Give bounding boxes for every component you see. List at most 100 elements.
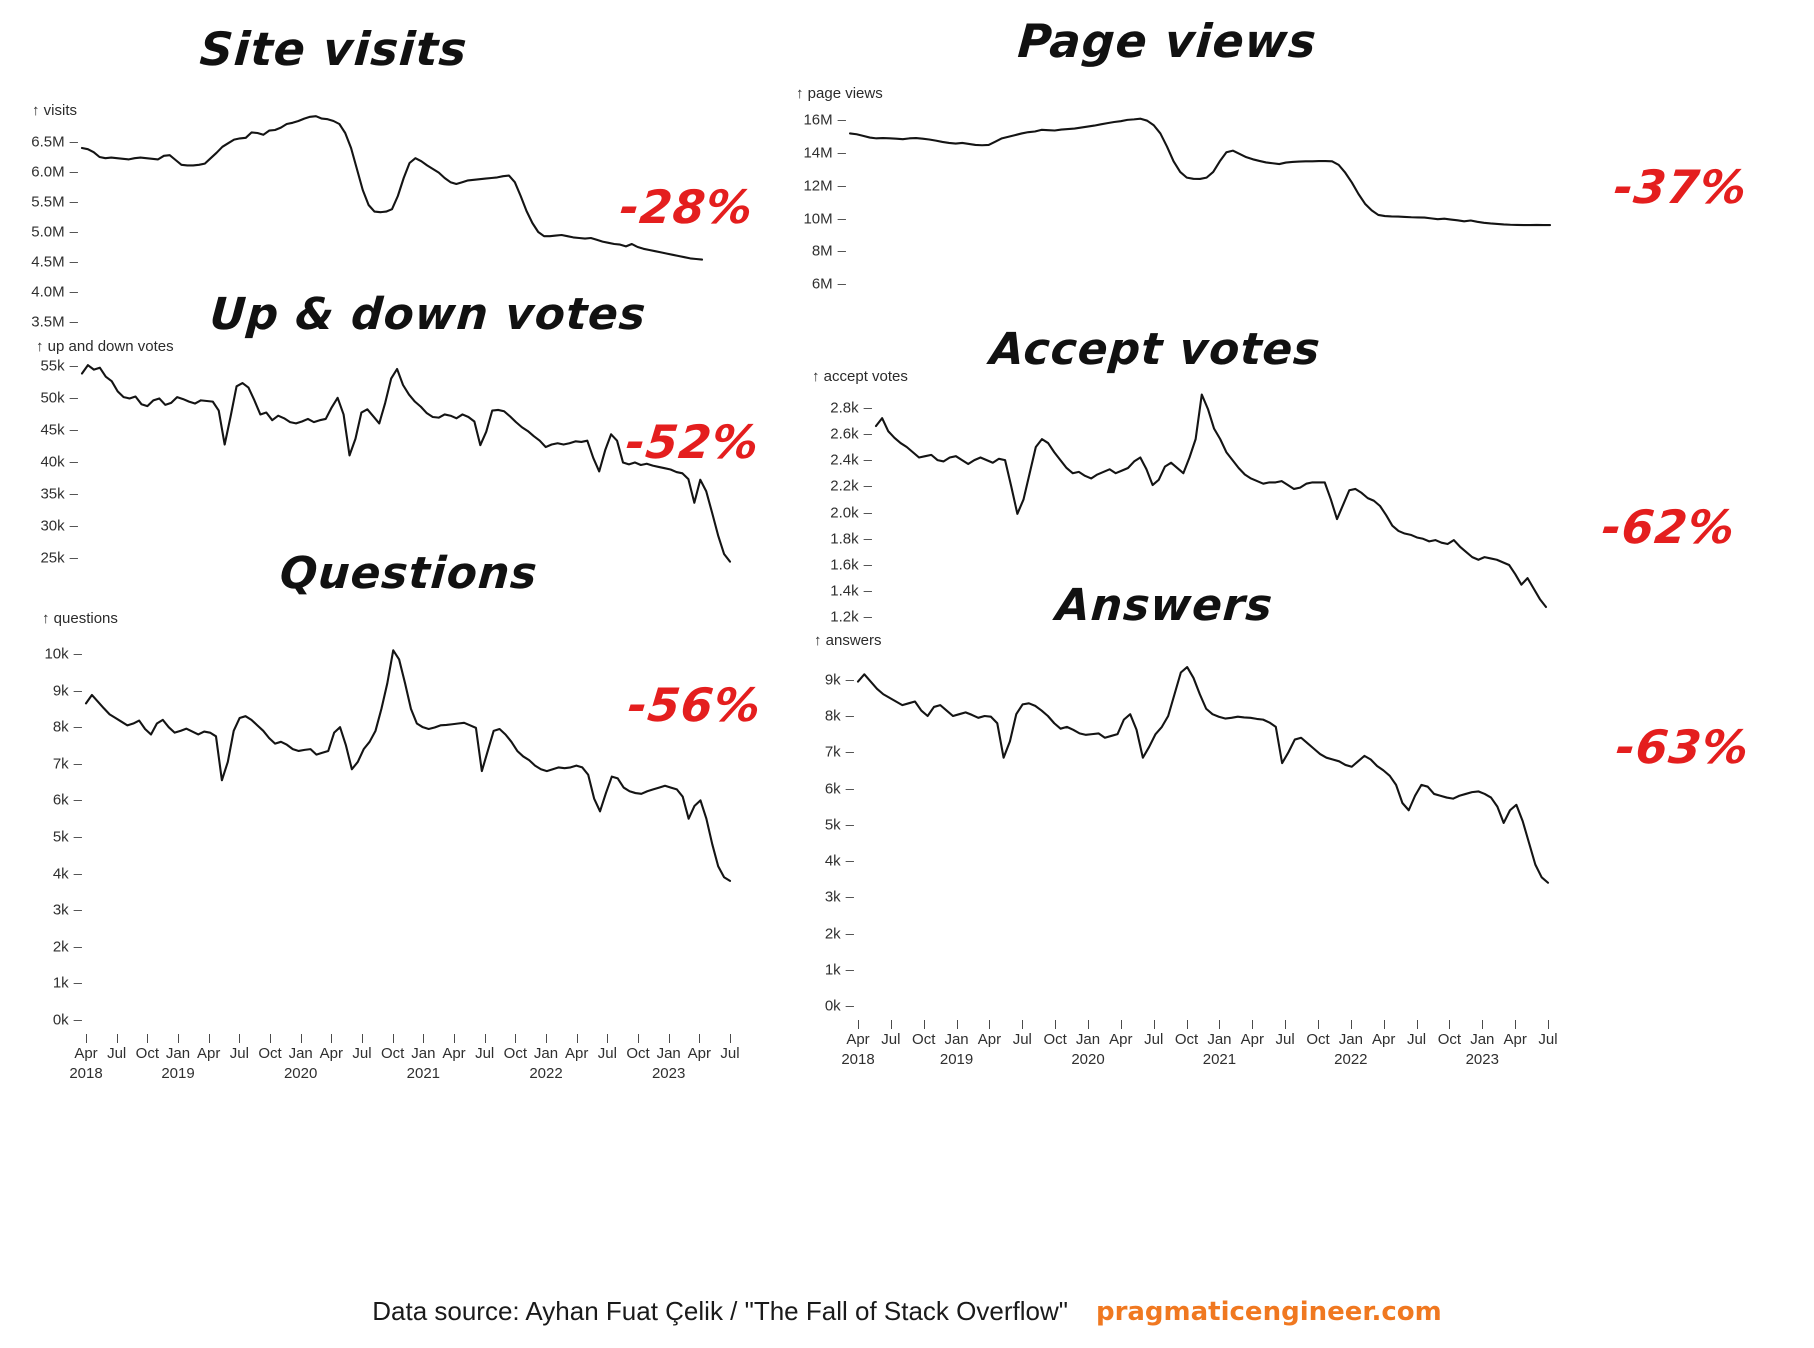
ytick-answers: 9k – bbox=[824, 671, 854, 689]
ytick-answers: 7k – bbox=[824, 743, 854, 761]
xtick-mark bbox=[576, 1034, 578, 1043]
ytick-up-and-down-votes: 35k – bbox=[40, 485, 78, 503]
xtick-month: Oct bbox=[380, 1045, 405, 1062]
xtick-year: 2023 bbox=[1465, 1051, 1499, 1068]
xtick-month: Jan bbox=[1338, 1031, 1363, 1048]
panel-page-views: Page views ↑ page views 16M – 14M – 12M – 10M –… bbox=[790, 0, 1814, 370]
xtick-mark bbox=[1022, 1020, 1024, 1029]
xtick-month: Jan bbox=[288, 1045, 313, 1062]
xtick-mark bbox=[208, 1034, 210, 1043]
ytick-questions: 4k – bbox=[52, 865, 82, 883]
xtick-year: 2022 bbox=[1334, 1051, 1368, 1068]
xtick-mark bbox=[1416, 1020, 1418, 1029]
xtick-year: 2019 bbox=[939, 1051, 974, 1068]
ytick-up-and-down-votes: 45k – bbox=[40, 421, 78, 439]
xtick-month: Oct bbox=[258, 1045, 282, 1062]
xtick-mark bbox=[1350, 1020, 1352, 1029]
xtick-month: Jul bbox=[107, 1045, 127, 1062]
xtick-month: Jul bbox=[881, 1031, 901, 1048]
xtick-mark bbox=[607, 1034, 609, 1043]
xtick-mark bbox=[730, 1034, 731, 1043]
xtick-mark bbox=[423, 1034, 425, 1043]
brand-link[interactable]: pragmaticengineer.com bbox=[1096, 1297, 1442, 1327]
xtick-month: Jul bbox=[1144, 1031, 1164, 1048]
xtick-mark bbox=[1515, 1020, 1517, 1029]
xtick-month: Jan bbox=[944, 1031, 969, 1048]
xtick-mark bbox=[923, 1020, 925, 1029]
xtick-month: Apr bbox=[1109, 1031, 1133, 1048]
ytick-site-visits: 5.0M – bbox=[31, 223, 78, 241]
annotation-page-views: -37% bbox=[1611, 160, 1751, 214]
axis-caption-accept-votes: ↑ accept votes bbox=[812, 368, 908, 385]
ytick-questions: 7k – bbox=[52, 755, 82, 773]
xtick-month: Apr bbox=[442, 1045, 466, 1062]
xtick-month: Oct bbox=[1174, 1031, 1199, 1048]
ytick-answers: 1k – bbox=[824, 961, 854, 979]
xtick-month: Jul bbox=[1012, 1031, 1032, 1048]
annotation-answers: -63% bbox=[1613, 720, 1753, 774]
xtick-month: Jan bbox=[656, 1045, 681, 1062]
xtick-mark bbox=[1482, 1020, 1484, 1029]
annotation-accept-votes: -62% bbox=[1599, 500, 1739, 554]
chart-title-answers: Answers bbox=[1054, 580, 1275, 631]
xtick-month: Apr bbox=[687, 1045, 711, 1062]
xtick-mark bbox=[1252, 1020, 1254, 1029]
ytick-page-views: 10M – bbox=[803, 210, 846, 228]
ytick-questions: 8k – bbox=[52, 718, 82, 736]
xtick-mark bbox=[1318, 1020, 1319, 1029]
xtick-mark bbox=[1285, 1020, 1287, 1029]
xtick-month: Jul bbox=[720, 1045, 740, 1062]
ytick-accept-votes: 2.2k – bbox=[830, 477, 872, 495]
series-line-page-views bbox=[848, 117, 1552, 227]
chart-title-page-views: Page views bbox=[1016, 14, 1319, 68]
xtick-mark bbox=[858, 1020, 859, 1029]
xtick-mark bbox=[1153, 1020, 1155, 1029]
xtick-month: Oct bbox=[503, 1045, 527, 1062]
axis-caption-site-visits: ↑ visits bbox=[32, 102, 77, 119]
axis-caption-questions: ↑ questions bbox=[42, 610, 118, 627]
xtick-mark bbox=[638, 1034, 639, 1043]
ytick-questions: 10k – bbox=[44, 645, 82, 663]
ytick-questions: 9k – bbox=[52, 682, 82, 700]
footer: Data source: Ayhan Fuat Çelik / "The Fal… bbox=[0, 1296, 1814, 1327]
ytick-answers: 5k – bbox=[824, 816, 854, 834]
xtick-mark bbox=[668, 1034, 670, 1043]
xtick-mark bbox=[989, 1020, 991, 1029]
ytick-questions: 1k – bbox=[52, 974, 82, 992]
ytick-answers: 6k – bbox=[824, 780, 854, 797]
xtick-mark bbox=[956, 1020, 958, 1029]
chart-title-questions: Questions bbox=[278, 548, 540, 599]
xtick-mark bbox=[331, 1034, 333, 1043]
ytick-questions: 3k – bbox=[52, 901, 82, 919]
chart-title-accept-votes: Accept votes bbox=[988, 324, 1323, 375]
xtick-mark bbox=[1548, 1020, 1549, 1029]
xtick-month: Jan bbox=[1207, 1031, 1232, 1048]
xtick-month: Oct bbox=[626, 1045, 650, 1062]
ytick-questions: 5k – bbox=[52, 828, 82, 846]
data-source-text: Data source: Ayhan Fuat Çelik / "The Fal… bbox=[372, 1296, 1068, 1326]
xtick-month: Apr bbox=[1240, 1031, 1264, 1048]
ytick-answers: 3k – bbox=[824, 888, 854, 906]
xtick-month: Jul bbox=[1275, 1031, 1295, 1048]
xtick-month: Jan bbox=[1470, 1031, 1495, 1048]
ytick-page-views: 6M – bbox=[811, 275, 846, 293]
xtick-mark bbox=[699, 1034, 701, 1043]
ytick-page-views: 12M – bbox=[803, 177, 846, 195]
ytick-up-and-down-votes: 30k – bbox=[40, 517, 78, 535]
ytick-page-views: 16M – bbox=[803, 111, 846, 129]
xtick-month: Jul bbox=[597, 1045, 617, 1062]
xtick-year: 2019 bbox=[161, 1065, 195, 1082]
xtick-mark bbox=[300, 1034, 302, 1043]
xtick-month: Oct bbox=[1306, 1031, 1330, 1048]
annotation-up-and-down-votes: -52% bbox=[623, 415, 763, 469]
xtick-month: Jul bbox=[229, 1045, 249, 1062]
ytick-accept-votes: 2.8k – bbox=[830, 399, 872, 417]
xtick-month: Oct bbox=[1437, 1031, 1462, 1048]
xtick-month: Jan bbox=[165, 1045, 191, 1062]
chart-title-up-and-down-votes: Up & down votes bbox=[208, 289, 649, 340]
xtick-mark bbox=[270, 1034, 271, 1043]
xtick-mark bbox=[1449, 1020, 1451, 1029]
ytick-site-visits: 5.5M – bbox=[31, 193, 78, 211]
xtick-mark bbox=[178, 1034, 179, 1043]
xtick-month: Jul bbox=[1406, 1031, 1427, 1048]
